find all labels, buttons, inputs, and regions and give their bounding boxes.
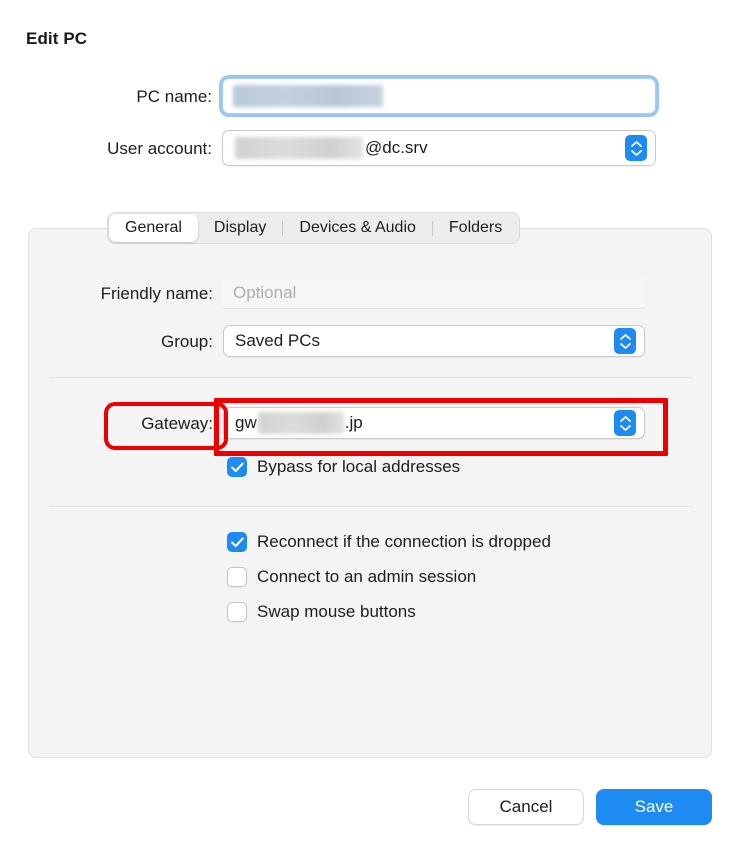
pc-name-redaction xyxy=(233,85,383,107)
swap-mouse-checkbox-row[interactable]: Swap mouse buttons xyxy=(227,602,416,622)
up-down-chevron-icon[interactable] xyxy=(614,410,636,436)
group-label: Group: xyxy=(161,332,213,351)
tab-display[interactable]: Display xyxy=(198,214,282,242)
group-row: Group: Saved PCs xyxy=(29,325,713,359)
gateway-popup[interactable]: gw .jp xyxy=(223,407,645,439)
tab-folders[interactable]: Folders xyxy=(433,214,518,242)
tab-devices-audio[interactable]: Devices & Audio xyxy=(283,214,432,242)
chevron-down-icon xyxy=(619,342,631,349)
up-down-chevron-icon[interactable] xyxy=(625,135,647,161)
bypass-local-checkbox[interactable] xyxy=(227,457,247,477)
user-account-popup[interactable]: @dc.srv xyxy=(222,130,656,166)
cancel-button[interactable]: Cancel xyxy=(468,789,584,825)
chevron-up-icon xyxy=(619,415,631,422)
admin-session-checkbox[interactable] xyxy=(227,567,247,587)
chevron-up-icon xyxy=(619,333,631,340)
chevron-down-icon xyxy=(619,424,631,431)
pc-name-field-wrap xyxy=(222,78,656,114)
friendly-name-input[interactable]: Optional xyxy=(223,277,645,309)
bypass-local-checkbox-row[interactable]: Bypass for local addresses xyxy=(227,457,460,477)
top-form: PC name: User account: @dc.srv xyxy=(0,78,740,182)
admin-session-label: Connect to an admin session xyxy=(257,567,477,586)
gateway-value-prefix: gw xyxy=(235,413,257,432)
swap-mouse-label: Swap mouse buttons xyxy=(257,602,416,621)
gateway-redaction xyxy=(257,412,344,434)
tab-panel-box: Friendly name: Optional Group: Saved PCs xyxy=(28,228,712,758)
swap-mouse-checkbox[interactable] xyxy=(227,602,247,622)
user-account-row: User account: @dc.srv xyxy=(0,130,740,168)
checkmark-icon xyxy=(230,537,244,547)
pc-name-input[interactable] xyxy=(222,78,656,114)
chevron-down-icon xyxy=(630,149,642,156)
group-value: Saved PCs xyxy=(235,331,321,350)
pc-name-label: PC name: xyxy=(136,87,212,106)
tab-general[interactable]: General xyxy=(109,214,198,242)
group-field-wrap: Saved PCs xyxy=(223,325,645,357)
gateway-field-wrap: gw .jp xyxy=(223,407,645,439)
admin-session-checkbox-row[interactable]: Connect to an admin session xyxy=(227,567,476,587)
reconnect-label: Reconnect if the connection is dropped xyxy=(257,532,551,551)
friendly-name-field-wrap: Optional xyxy=(223,277,645,309)
tab-panel: Friendly name: Optional Group: Saved PCs xyxy=(28,212,712,758)
dialog-footer: Cancel Save xyxy=(0,789,740,827)
group-popup[interactable]: Saved PCs xyxy=(223,325,645,357)
friendly-name-row: Friendly name: Optional xyxy=(29,277,713,311)
reconnect-checkbox-row[interactable]: Reconnect if the connection is dropped xyxy=(227,532,551,552)
pc-name-row: PC name: xyxy=(0,78,740,116)
user-account-domain: @dc.srv xyxy=(365,138,428,157)
gateway-value-suffix: .jp xyxy=(344,413,363,432)
gateway-label: Gateway: xyxy=(141,414,213,433)
tab-bar: General Display Devices & Audio Folders xyxy=(107,212,521,244)
user-account-field-wrap: @dc.srv xyxy=(222,130,656,166)
reconnect-checkbox[interactable] xyxy=(227,532,247,552)
divider-1 xyxy=(49,377,693,378)
chevron-up-icon xyxy=(630,140,642,147)
bypass-local-label: Bypass for local addresses xyxy=(257,457,461,476)
user-account-redaction xyxy=(235,137,363,159)
save-button[interactable]: Save xyxy=(596,789,712,825)
up-down-chevron-icon[interactable] xyxy=(614,328,636,354)
page-title: Edit PC xyxy=(26,29,88,48)
user-account-label: User account: xyxy=(107,139,212,158)
friendly-name-label: Friendly name: xyxy=(100,284,213,303)
divider-2 xyxy=(49,506,693,507)
gateway-row: Gateway: gw .jp xyxy=(29,407,713,441)
checkmark-icon xyxy=(230,462,244,472)
